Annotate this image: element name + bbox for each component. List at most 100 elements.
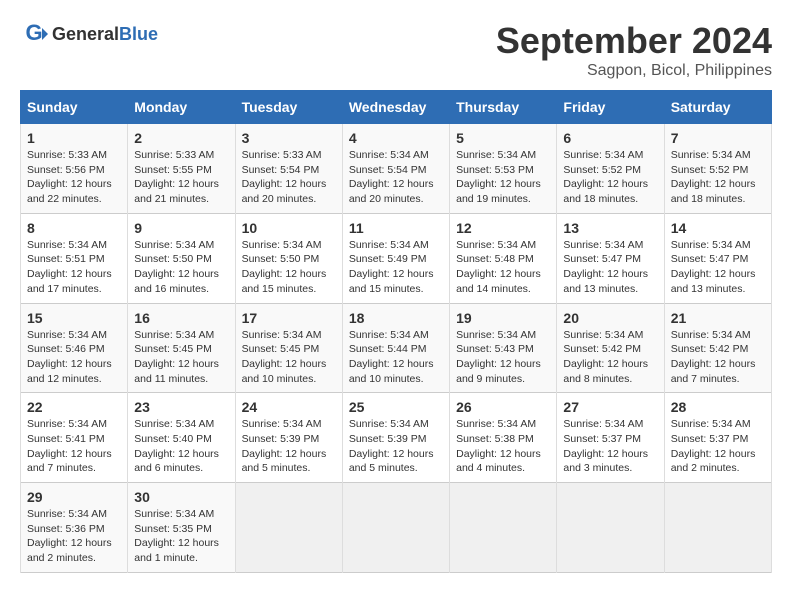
day-number: 22 <box>27 399 121 415</box>
day-info: Sunrise: 5:34 AM Sunset: 5:36 PM Dayligh… <box>27 507 121 566</box>
day-info: Sunrise: 5:34 AM Sunset: 5:40 PM Dayligh… <box>134 417 228 476</box>
calendar-cell: 18 Sunrise: 5:34 AM Sunset: 5:44 PM Dayli… <box>342 303 449 393</box>
day-info: Sunrise: 5:34 AM Sunset: 5:45 PM Dayligh… <box>242 328 336 387</box>
calendar-cell: 20 Sunrise: 5:34 AM Sunset: 5:42 PM Dayli… <box>557 303 664 393</box>
day-info: Sunrise: 5:34 AM Sunset: 5:52 PM Dayligh… <box>563 148 657 207</box>
calendar-cell: 23 Sunrise: 5:34 AM Sunset: 5:40 PM Dayli… <box>128 393 235 483</box>
day-number: 13 <box>563 220 657 236</box>
day-number: 28 <box>671 399 765 415</box>
day-info: Sunrise: 5:33 AM Sunset: 5:55 PM Dayligh… <box>134 148 228 207</box>
calendar-cell: 1 Sunrise: 5:33 AM Sunset: 5:56 PM Daylig… <box>21 124 128 214</box>
calendar-cell: 9Sunrise: 5:34 AM Sunset: 5:50 PM Daylig… <box>128 213 235 303</box>
day-number: 5 <box>456 130 550 146</box>
calendar-cell: 4 Sunrise: 5:34 AM Sunset: 5:54 PM Daylig… <box>342 124 449 214</box>
calendar-cell: 22 Sunrise: 5:34 AM Sunset: 5:41 PM Dayli… <box>21 393 128 483</box>
day-number: 17 <box>242 310 336 326</box>
day-number: 25 <box>349 399 443 415</box>
calendar-cell: 29 Sunrise: 5:34 AM Sunset: 5:36 PM Dayli… <box>21 483 128 573</box>
calendar-cell: 14Sunrise: 5:34 AM Sunset: 5:47 PM Dayli… <box>664 213 771 303</box>
calendar-cell: 16 Sunrise: 5:34 AM Sunset: 5:45 PM Dayli… <box>128 303 235 393</box>
day-number: 16 <box>134 310 228 326</box>
header-wednesday: Wednesday <box>342 91 449 124</box>
calendar-cell: 28 Sunrise: 5:34 AM Sunset: 5:37 PM Dayli… <box>664 393 771 483</box>
calendar-cell: 25 Sunrise: 5:34 AM Sunset: 5:39 PM Dayli… <box>342 393 449 483</box>
day-number: 29 <box>27 489 121 505</box>
day-info: Sunrise: 5:34 AM Sunset: 5:45 PM Dayligh… <box>134 328 228 387</box>
day-info: Sunrise: 5:34 AM Sunset: 5:44 PM Dayligh… <box>349 328 443 387</box>
calendar-header-row: SundayMondayTuesdayWednesdayThursdayFrid… <box>21 91 772 124</box>
day-number: 27 <box>563 399 657 415</box>
day-number: 8 <box>27 220 121 236</box>
logo-general: General <box>52 24 119 45</box>
day-number: 18 <box>349 310 443 326</box>
calendar-cell: 2 Sunrise: 5:33 AM Sunset: 5:55 PM Daylig… <box>128 124 235 214</box>
svg-text:G: G <box>25 20 42 45</box>
calendar-cell: 3 Sunrise: 5:33 AM Sunset: 5:54 PM Daylig… <box>235 124 342 214</box>
calendar-cell: 6Sunrise: 5:34 AM Sunset: 5:52 PM Daylig… <box>557 124 664 214</box>
calendar-week-3: 15 Sunrise: 5:34 AM Sunset: 5:46 PM Dayli… <box>21 303 772 393</box>
day-info: Sunrise: 5:34 AM Sunset: 5:37 PM Dayligh… <box>671 417 765 476</box>
day-info: Sunrise: 5:34 AM Sunset: 5:52 PM Dayligh… <box>671 148 765 207</box>
day-number: 10 <box>242 220 336 236</box>
location-subtitle: Sagpon, Bicol, Philippines <box>496 62 772 80</box>
day-info: Sunrise: 5:34 AM Sunset: 5:43 PM Dayligh… <box>456 328 550 387</box>
day-number: 4 <box>349 130 443 146</box>
calendar-table: SundayMondayTuesdayWednesdayThursdayFrid… <box>20 90 772 573</box>
header-saturday: Saturday <box>664 91 771 124</box>
day-info: Sunrise: 5:34 AM Sunset: 5:37 PM Dayligh… <box>563 417 657 476</box>
day-number: 15 <box>27 310 121 326</box>
day-info: Sunrise: 5:34 AM Sunset: 5:39 PM Dayligh… <box>349 417 443 476</box>
calendar-cell <box>557 483 664 573</box>
calendar-cell: 17 Sunrise: 5:34 AM Sunset: 5:45 PM Dayli… <box>235 303 342 393</box>
page-header: G General Blue September 2024 Sagpon, Bi… <box>20 20 772 80</box>
day-number: 19 <box>456 310 550 326</box>
calendar-cell: 13 Sunrise: 5:34 AM Sunset: 5:47 PM Dayli… <box>557 213 664 303</box>
day-number: 3 <box>242 130 336 146</box>
logo: G General Blue <box>20 20 158 48</box>
calendar-cell: 10 Sunrise: 5:34 AM Sunset: 5:50 PM Dayli… <box>235 213 342 303</box>
calendar-cell: 5 Sunrise: 5:34 AM Sunset: 5:53 PM Daylig… <box>450 124 557 214</box>
day-number: 24 <box>242 399 336 415</box>
day-info: Sunrise: 5:34 AM Sunset: 5:42 PM Dayligh… <box>563 328 657 387</box>
day-info: Sunrise: 5:33 AM Sunset: 5:56 PM Dayligh… <box>27 148 121 207</box>
calendar-cell: 21Sunrise: 5:34 AM Sunset: 5:42 PM Dayli… <box>664 303 771 393</box>
day-info: Sunrise: 5:34 AM Sunset: 5:54 PM Dayligh… <box>349 148 443 207</box>
calendar-cell <box>664 483 771 573</box>
calendar-week-1: 1 Sunrise: 5:33 AM Sunset: 5:56 PM Daylig… <box>21 124 772 214</box>
day-number: 1 <box>27 130 121 146</box>
day-info: Sunrise: 5:34 AM Sunset: 5:50 PM Dayligh… <box>134 238 228 297</box>
day-info: Sunrise: 5:34 AM Sunset: 5:51 PM Dayligh… <box>27 238 121 297</box>
day-number: 26 <box>456 399 550 415</box>
day-info: Sunrise: 5:33 AM Sunset: 5:54 PM Dayligh… <box>242 148 336 207</box>
calendar-cell <box>342 483 449 573</box>
day-number: 20 <box>563 310 657 326</box>
calendar-cell: 27 Sunrise: 5:34 AM Sunset: 5:37 PM Dayli… <box>557 393 664 483</box>
logo-icon: G <box>20 20 48 48</box>
header-sunday: Sunday <box>21 91 128 124</box>
calendar-cell: 15 Sunrise: 5:34 AM Sunset: 5:46 PM Dayli… <box>21 303 128 393</box>
calendar-week-5: 29 Sunrise: 5:34 AM Sunset: 5:36 PM Dayli… <box>21 483 772 573</box>
day-number: 21 <box>671 310 765 326</box>
day-number: 23 <box>134 399 228 415</box>
day-info: Sunrise: 5:34 AM Sunset: 5:46 PM Dayligh… <box>27 328 121 387</box>
day-info: Sunrise: 5:34 AM Sunset: 5:48 PM Dayligh… <box>456 238 550 297</box>
calendar-cell: 7Sunrise: 5:34 AM Sunset: 5:52 PM Daylig… <box>664 124 771 214</box>
calendar-cell: 26 Sunrise: 5:34 AM Sunset: 5:38 PM Dayli… <box>450 393 557 483</box>
day-info: Sunrise: 5:34 AM Sunset: 5:53 PM Dayligh… <box>456 148 550 207</box>
day-number: 30 <box>134 489 228 505</box>
day-number: 14 <box>671 220 765 236</box>
logo-blue: Blue <box>119 24 158 45</box>
calendar-cell: 11Sunrise: 5:34 AM Sunset: 5:49 PM Dayli… <box>342 213 449 303</box>
calendar-cell <box>450 483 557 573</box>
calendar-cell: 30Sunrise: 5:34 AM Sunset: 5:35 PM Dayli… <box>128 483 235 573</box>
day-info: Sunrise: 5:34 AM Sunset: 5:50 PM Dayligh… <box>242 238 336 297</box>
day-info: Sunrise: 5:34 AM Sunset: 5:47 PM Dayligh… <box>563 238 657 297</box>
calendar-cell: 19 Sunrise: 5:34 AM Sunset: 5:43 PM Dayli… <box>450 303 557 393</box>
day-info: Sunrise: 5:34 AM Sunset: 5:41 PM Dayligh… <box>27 417 121 476</box>
day-info: Sunrise: 5:34 AM Sunset: 5:38 PM Dayligh… <box>456 417 550 476</box>
day-info: Sunrise: 5:34 AM Sunset: 5:39 PM Dayligh… <box>242 417 336 476</box>
calendar-cell: 24 Sunrise: 5:34 AM Sunset: 5:39 PM Dayli… <box>235 393 342 483</box>
day-number: 2 <box>134 130 228 146</box>
day-info: Sunrise: 5:34 AM Sunset: 5:49 PM Dayligh… <box>349 238 443 297</box>
header-thursday: Thursday <box>450 91 557 124</box>
